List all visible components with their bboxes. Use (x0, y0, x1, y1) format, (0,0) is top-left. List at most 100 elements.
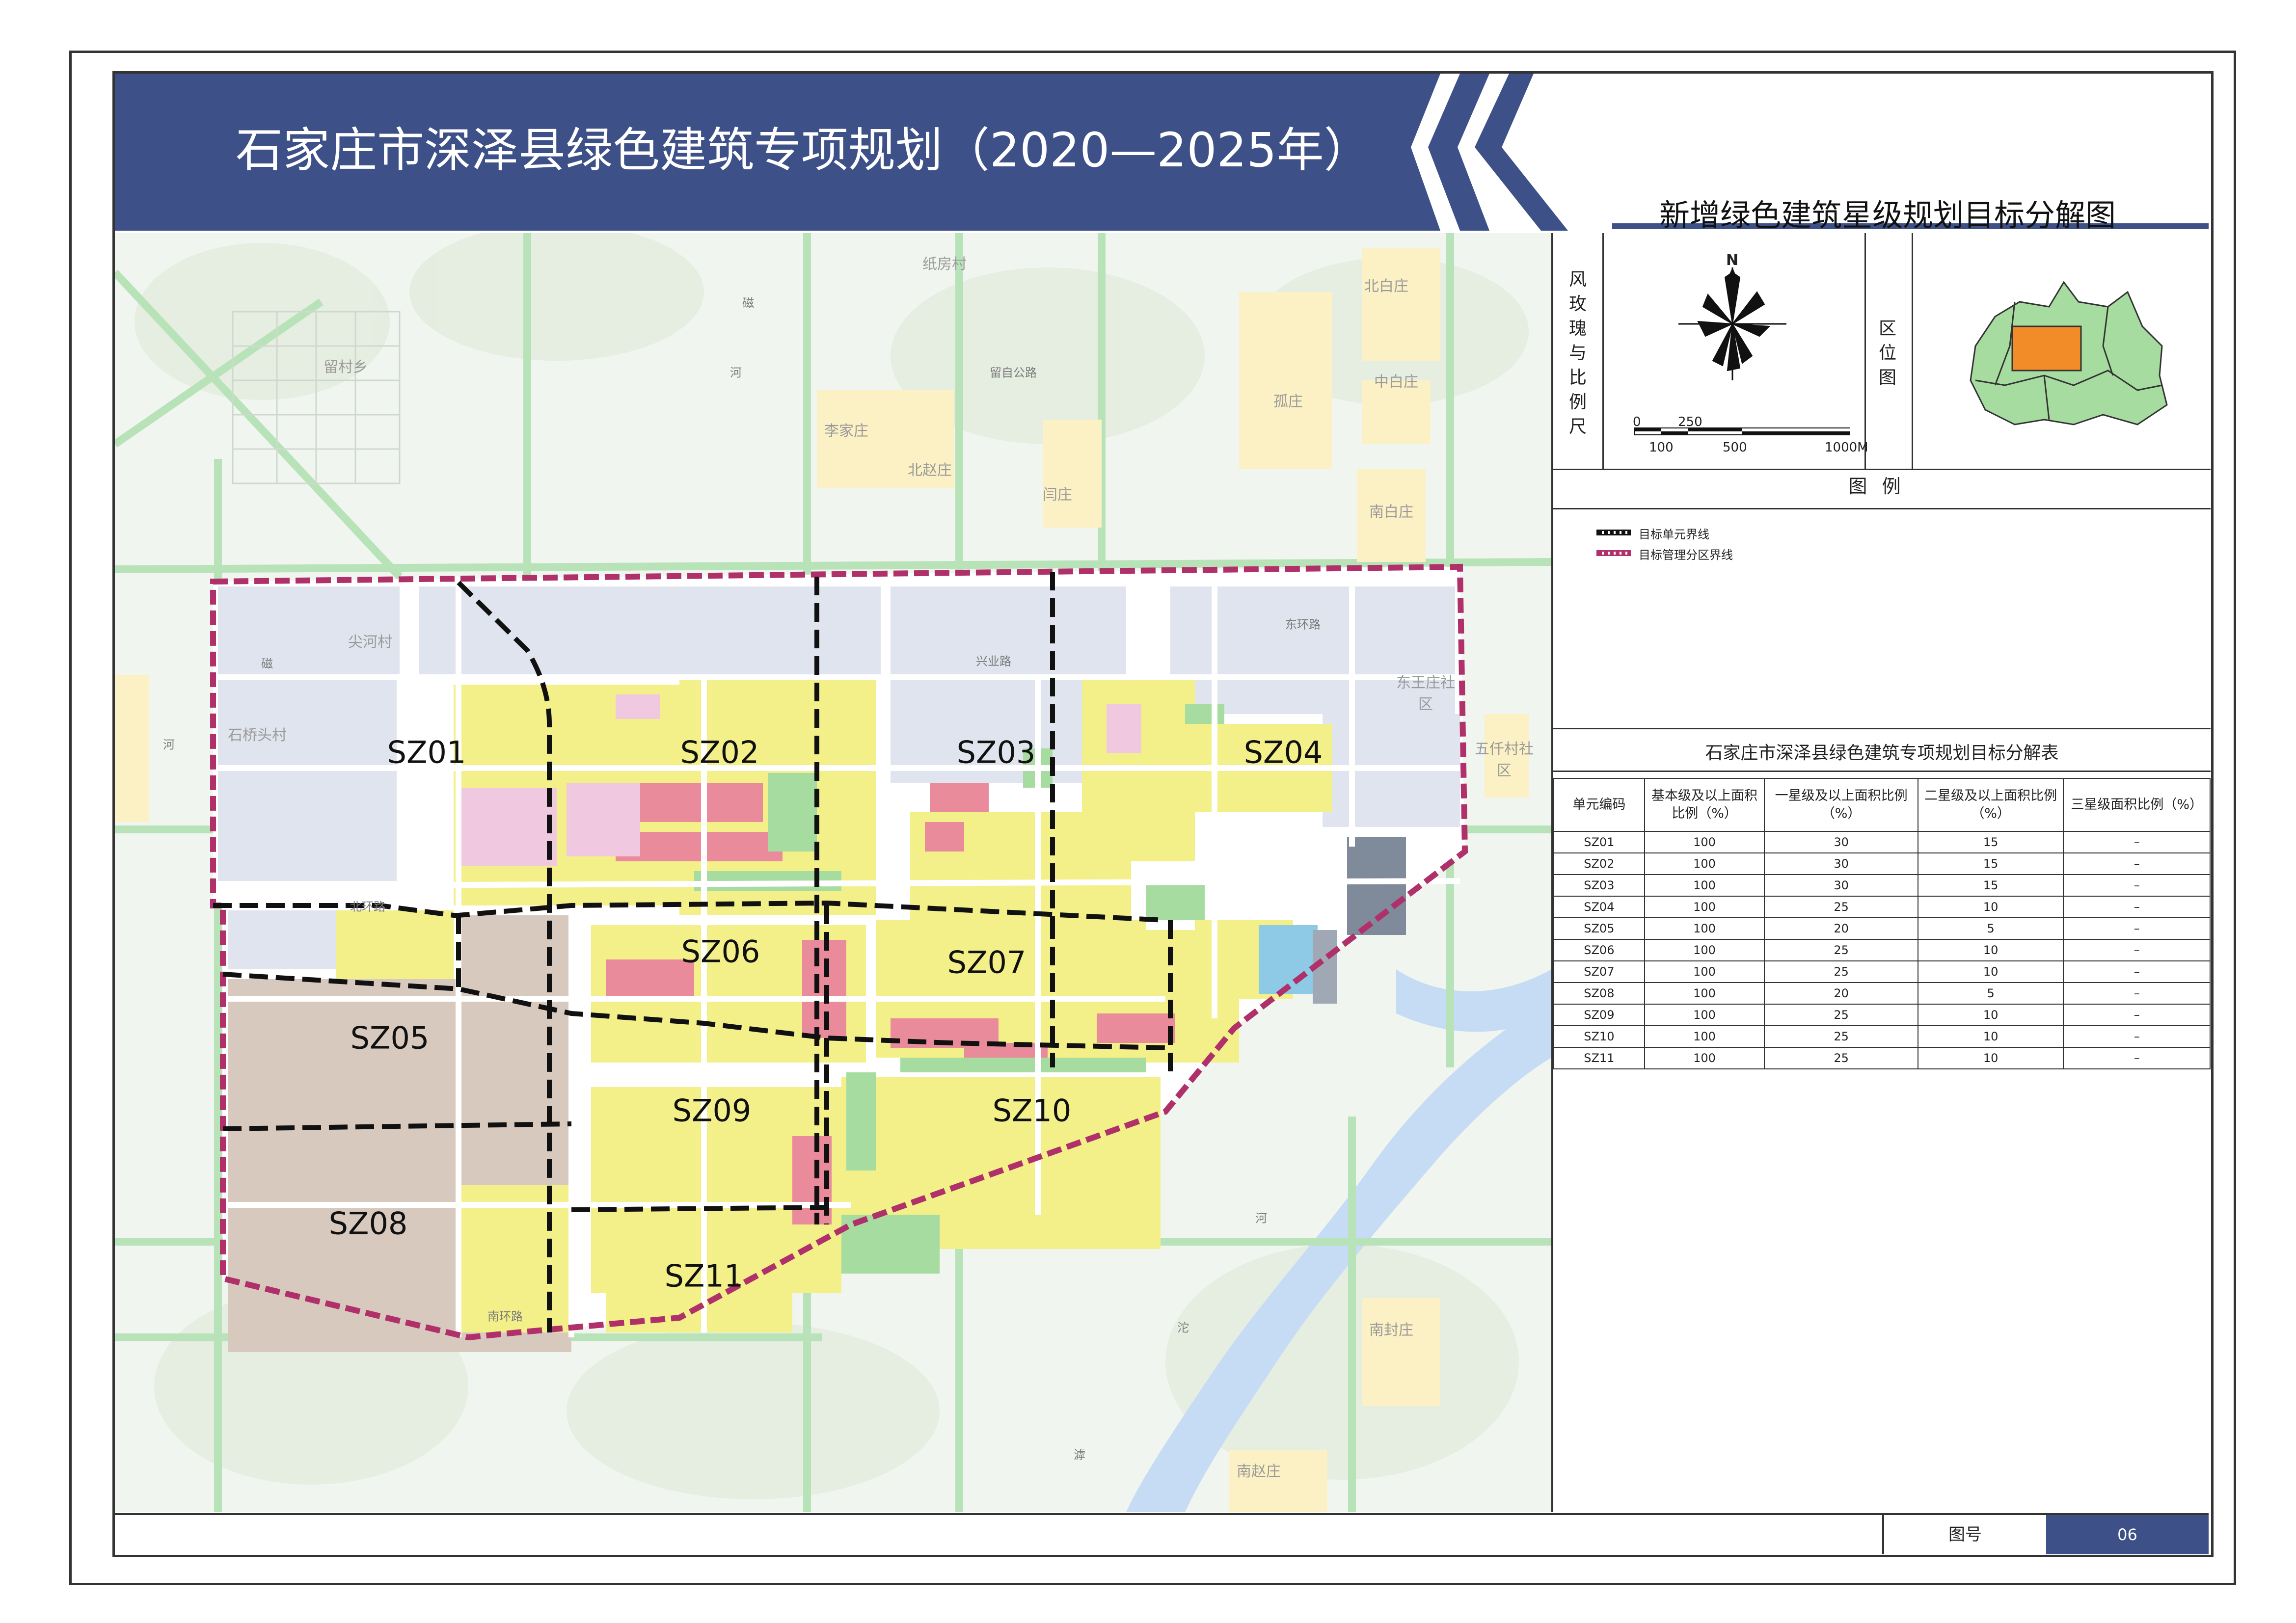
table-cell: – (2063, 982, 2211, 1005)
unit-label-sz06: SZ06 (681, 933, 760, 970)
column-header: 单元编码 (1553, 778, 1645, 832)
table-cell: SZ11 (1553, 1047, 1645, 1069)
road-label: 东环路 (1285, 617, 1321, 632)
table-row: SZ09 100 25 10– (1553, 1004, 2211, 1026)
table-row: SZ08 100 20 5– (1553, 982, 2211, 1005)
table-cell: – (2063, 852, 2211, 875)
table-cell: 100 (1644, 831, 1765, 853)
table-cell: 30 (1764, 852, 1918, 875)
table-row: SZ07 100 25 10– (1553, 960, 2211, 983)
legend-label: 目标管理分区界线 (1639, 548, 1733, 562)
table-cell: 15 (1917, 831, 2064, 853)
road-label: 河 (730, 366, 742, 380)
table-cell: 25 (1764, 1047, 1918, 1069)
place-label: 石桥头村 (228, 727, 287, 744)
unit-label-sz10: SZ10 (992, 1092, 1072, 1129)
table-cell: – (2063, 939, 2211, 961)
drawing-number-label: 图号 (1882, 1515, 2046, 1554)
table-cell: 100 (1644, 852, 1765, 875)
table-cell: 20 (1764, 982, 1918, 1005)
table-cell: 100 (1644, 982, 1765, 1005)
table-cell: SZ01 (1553, 831, 1645, 853)
table-cell: – (2063, 960, 2211, 983)
unit-label-sz05: SZ05 (350, 1020, 430, 1056)
table-cell: SZ09 (1553, 1004, 1645, 1026)
place-label: 纸房村 (922, 256, 967, 273)
column-header: 三星级面积比例（%） (2063, 778, 2211, 832)
legend-swatch (1596, 530, 1631, 535)
place-label: 孤庄 (1273, 393, 1303, 410)
unit-label-sz07: SZ07 (947, 944, 1026, 981)
table-cell: 10 (1917, 896, 2064, 918)
unit-label-sz04: SZ04 (1243, 734, 1323, 771)
table-cell: 100 (1644, 1004, 1765, 1026)
column-header: 二星级及以上面积比例（%） (1917, 778, 2064, 832)
table-body: SZ01 100 30 15– SZ02 100 30 15– SZ03 100 30 15– SZ04… (1553, 831, 2211, 1069)
table-row: SZ06 100 25 10– (1553, 939, 2211, 961)
table-cell: SZ07 (1553, 960, 1645, 983)
scale-label: 1000M (1825, 440, 1868, 455)
road-label: 留自公路 (990, 366, 1037, 380)
table-cell: 100 (1644, 896, 1765, 918)
table-cell: – (2063, 917, 2211, 940)
table-row: SZ11 100 25 10– (1553, 1047, 2211, 1069)
table-cell: 10 (1917, 1025, 2064, 1048)
legend-title: 图例 (1848, 476, 1916, 497)
column-header: 基本级及以上面积比例（%） (1644, 778, 1765, 832)
table-cell: 10 (1917, 1004, 2064, 1026)
planning-map[interactable]: SZ01 SZ02 SZ03 SZ04 SZ05 SZ06 SZ07 SZ08 … (115, 233, 1551, 1512)
table-title: 石家庄市深泽县绿色建筑专项规划目标分解表 (1705, 743, 2059, 763)
table-cell: 25 (1764, 960, 1918, 983)
table-cell: 25 (1764, 896, 1918, 918)
table-cell: – (2063, 1004, 2211, 1026)
place-label: 南封庄 (1369, 1322, 1413, 1339)
table-cell: 25 (1764, 1025, 1918, 1048)
table-row: SZ02 100 30 15– (1553, 852, 2211, 875)
unit-label-sz02: SZ02 (680, 734, 759, 771)
table-cell: 25 (1764, 1004, 1918, 1026)
table-cell: – (2063, 896, 2211, 918)
table-cell: SZ04 (1553, 896, 1645, 918)
table-cell: 100 (1644, 1047, 1765, 1069)
table-cell: 15 (1917, 852, 2064, 875)
legend-swatch (1596, 550, 1631, 556)
table-cell: 100 (1644, 960, 1765, 983)
road-label: 北环路 (350, 900, 385, 914)
place-label: 北赵庄 (908, 462, 952, 479)
unit-label-sz11: SZ11 (664, 1258, 744, 1294)
rose-scale-label: 风玫瑰与比例尺 (1568, 269, 1587, 437)
target-table: 单元编码 基本级及以上面积比例（%） 一星级及以上面积比例（%） 二星级及以上面… (1553, 778, 2211, 1069)
table-cell: – (2063, 1047, 2211, 1069)
place-label: 闫庄 (1043, 486, 1072, 504)
place-label: 李家庄 (824, 423, 868, 440)
table-cell: 30 (1764, 874, 1918, 897)
place-label: 北白庄 (1364, 278, 1408, 295)
table-cell: 100 (1644, 939, 1765, 961)
table-cell: 10 (1917, 1047, 2064, 1069)
place-label: 中白庄 (1374, 373, 1418, 391)
road-label: 磁 (742, 296, 754, 310)
table-cell: 100 (1644, 917, 1765, 940)
table-cell: SZ03 (1553, 874, 1645, 897)
table-cell: SZ02 (1553, 852, 1645, 875)
table-header-row: 单元编码 基本级及以上面积比例（%） 一星级及以上面积比例（%） 二星级及以上面… (1553, 778, 2211, 832)
main-title: 石家庄市深泽县绿色建筑专项规划（2020—2025年） (236, 123, 1371, 178)
column-header: 一星级及以上面积比例（%） (1764, 778, 1918, 832)
place-label: 留村乡 (324, 359, 368, 376)
unit-label-sz09: SZ09 (672, 1092, 752, 1129)
unit-label-sz01: SZ01 (387, 734, 466, 771)
location-map-label: 区位图 (1878, 319, 1896, 388)
unit-label-sz08: SZ08 (328, 1205, 408, 1242)
table-cell: 10 (1917, 939, 2064, 961)
road-label: 河 (1255, 1211, 1267, 1225)
table-cell: 5 (1917, 982, 2064, 1005)
table-cell: 15 (1917, 874, 2064, 897)
table-cell: SZ08 (1553, 982, 1645, 1005)
table-row: SZ04 100 25 10– (1553, 896, 2211, 918)
place-label: 南白庄 (1369, 504, 1413, 521)
scale-label: 250 (1678, 415, 1702, 429)
table-cell: 30 (1764, 831, 1918, 853)
place-label: 东王庄社区 (1396, 674, 1455, 713)
place-label: 南赵庄 (1237, 1463, 1281, 1480)
road-label: 河 (163, 738, 175, 752)
